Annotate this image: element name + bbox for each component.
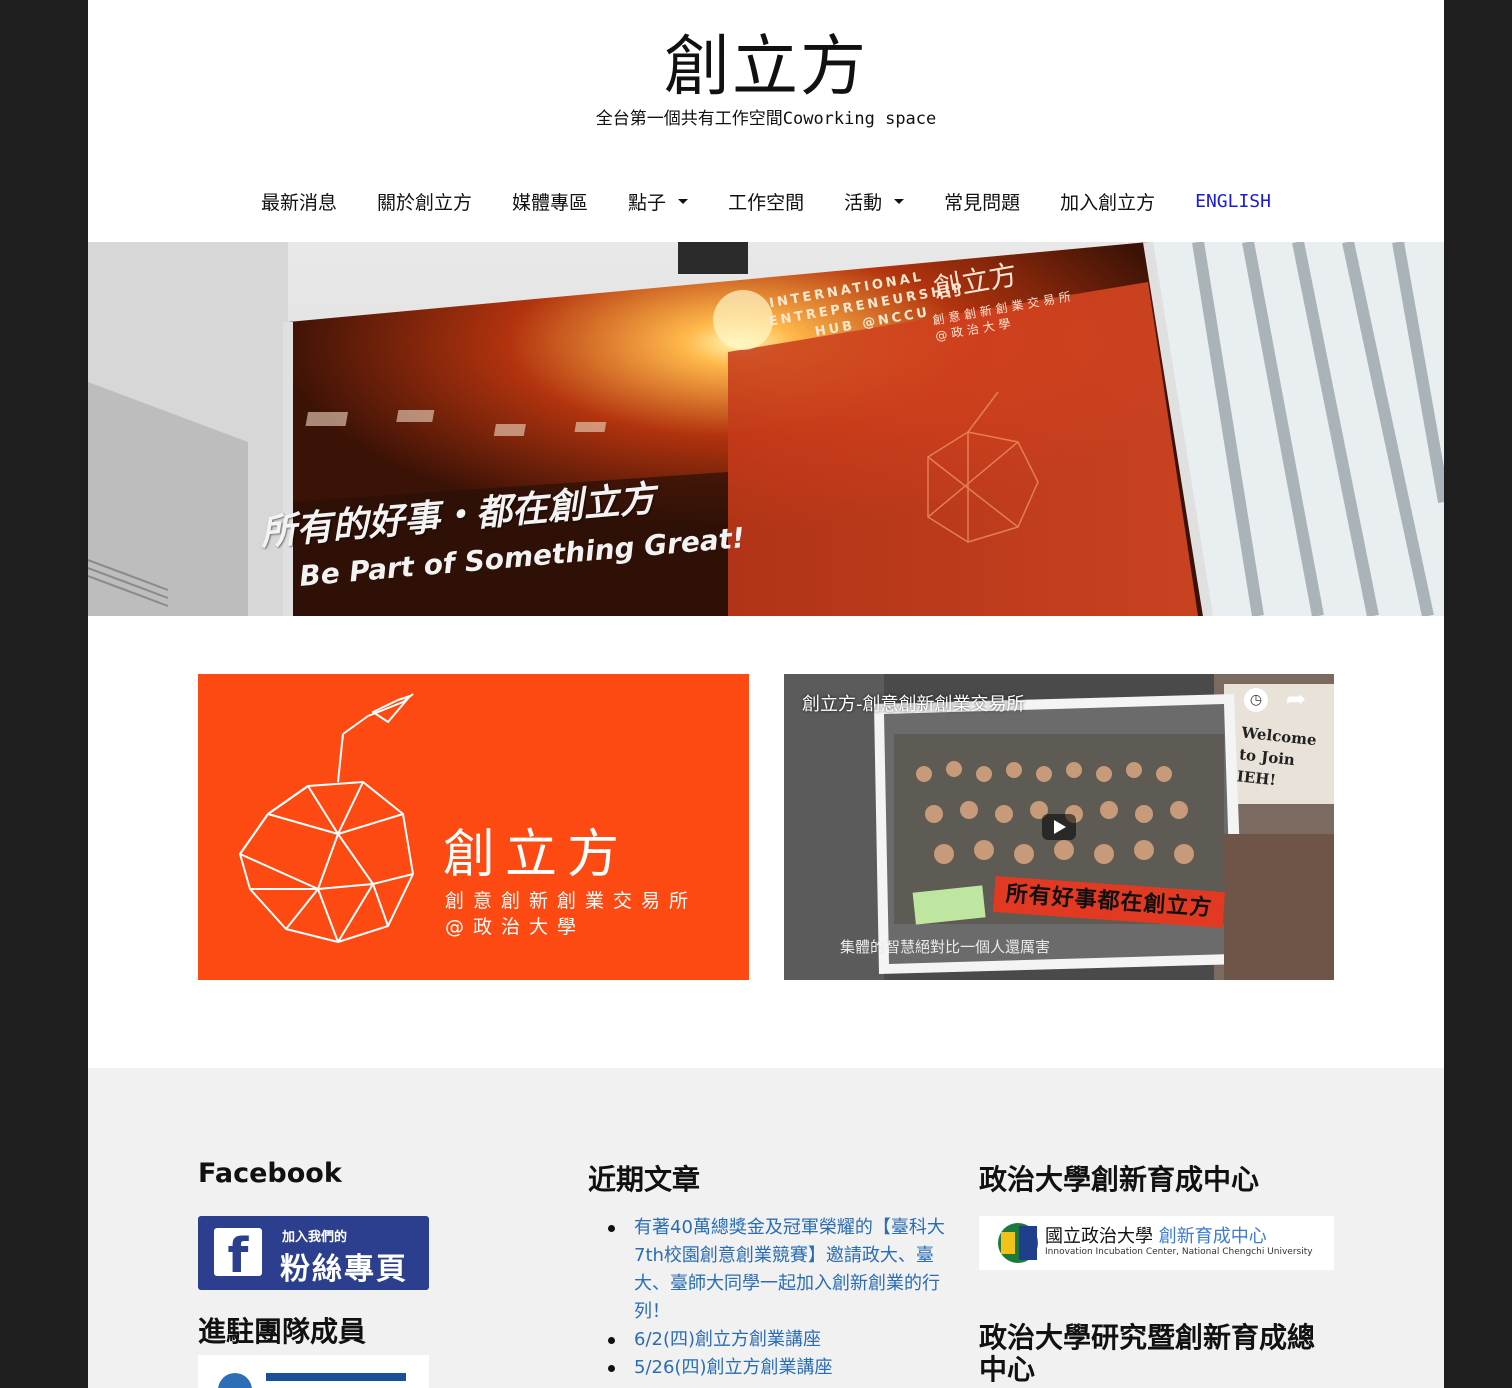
- nav-item-faq[interactable]: 常見問題: [924, 176, 1040, 226]
- widget-title-members: 進駐團隊成員: [198, 1315, 367, 1348]
- iic-name-blue: 創新育成中心: [1158, 1226, 1267, 1247]
- caret-down-icon: [678, 198, 689, 204]
- site-title[interactable]: 創立方: [88, 22, 1444, 112]
- widget-title-incubation: 政治大學創新育成中心: [979, 1163, 1260, 1196]
- share-icon[interactable]: ➦: [1286, 686, 1306, 712]
- nav-label: 媒體專區: [512, 191, 589, 214]
- facebook-fanpage-button[interactable]: f 加入我們的 粉絲專頁: [198, 1216, 429, 1290]
- video-caption: 集體的智慧絕對比一個人還厲害: [840, 938, 1051, 956]
- nav-item-workspace[interactable]: 工作空間: [708, 176, 824, 226]
- footer-widgets: Facebook f 加入我們的 粉絲專頁 進駐團隊成員 近期文章 有著40萬總…: [88, 1068, 1444, 1388]
- promo-brand-subtitle-2: @政治大學: [445, 916, 586, 938]
- nav-label: 最新消息: [261, 191, 338, 214]
- video-player[interactable]: 所有好事都在創立方 Welcome to Join IEH! 創立方-創意創新創…: [784, 674, 1334, 980]
- post-link[interactable]: 6/2(四)創立方創業講座: [634, 1329, 821, 1350]
- list-item: 5/26(四)創立方創業講座: [608, 1354, 946, 1382]
- member-logo-card[interactable]: [198, 1355, 429, 1388]
- list-item: 有著40萬總獎金及冠軍榮耀的【臺科大7th校園創意創業競賽】邀請政大、臺大、臺師…: [608, 1214, 946, 1326]
- iic-name-black: 國立政治大學: [1045, 1226, 1153, 1247]
- widget-title-recent-posts: 近期文章: [588, 1163, 701, 1196]
- widget-title-facebook: Facebook: [198, 1158, 342, 1189]
- video-welcome-text: Welcome to Join IEH!: [1236, 723, 1318, 790]
- nav-item-about[interactable]: 關於創立方: [357, 176, 492, 226]
- nav-label: 點子: [628, 191, 667, 214]
- iic-chinese-name: 國立政治大學 創新育成中心: [1045, 1222, 1267, 1248]
- nav-item-news[interactable]: 最新消息: [241, 176, 357, 226]
- video-title[interactable]: 創立方-創意創新創業交易所: [802, 690, 1025, 716]
- member-logo-icon: [218, 1373, 252, 1388]
- fb-badge-big-text: 粉絲專頁: [280, 1252, 408, 1287]
- play-button[interactable]: [1042, 814, 1076, 840]
- main-nav: 最新消息 關於創立方 媒體專區 點子 工作空間 活動 常見問題 加入創立方 EN…: [88, 176, 1444, 226]
- post-link[interactable]: 5/26(四)創立方創業講座: [634, 1357, 832, 1378]
- promo-brand-title: 創立方: [443, 825, 630, 885]
- nav-label: 常見問題: [944, 191, 1021, 214]
- nav-label: ENGLISH: [1195, 190, 1271, 212]
- nav-item-media[interactable]: 媒體專區: [492, 176, 608, 226]
- nav-label: 關於創立方: [377, 191, 473, 214]
- post-link[interactable]: 有著40萬總獎金及冠軍榮耀的【臺科大7th校園創意創業競賽】邀請政大、臺大、臺師…: [634, 1217, 945, 1322]
- nav-item-english[interactable]: ENGLISH: [1175, 176, 1291, 226]
- nav-label: 加入創立方: [1060, 191, 1156, 214]
- facebook-icon: f: [214, 1228, 262, 1284]
- fb-badge-small-text: 加入我們的: [282, 1230, 348, 1245]
- nav-item-join[interactable]: 加入創立方: [1040, 176, 1175, 226]
- widget-title-research: 政治大學研究暨創新育成總中心: [979, 1321, 1316, 1386]
- member-logo-text-shape: [266, 1373, 406, 1381]
- list-item: 6/2(四)創立方創業講座: [608, 1326, 946, 1354]
- nav-label: 活動: [844, 191, 883, 214]
- iic-english-name: Innovation Incubation Center, National C…: [1045, 1247, 1313, 1257]
- nav-item-events[interactable]: 活動: [824, 176, 924, 226]
- incubation-center-logo[interactable]: 國立政治大學 創新育成中心 Innovation Incubation Cent…: [979, 1216, 1334, 1270]
- page: 創立方 全台第一個共有工作空間Coworking space 最新消息 關於創立…: [88, 0, 1444, 1388]
- site-description: 全台第一個共有工作空間Coworking space: [595, 109, 937, 129]
- nav-label: 工作空間: [728, 191, 805, 214]
- nav-item-ideas[interactable]: 點子: [608, 176, 708, 226]
- promo-brand-subtitle: 創意創新創業交易所: [445, 890, 698, 912]
- caret-down-icon: [894, 198, 905, 204]
- iic-logo-icon: [998, 1223, 1038, 1263]
- recent-posts-list: 有著40萬總獎金及冠軍榮耀的【臺科大7th校園創意創業競賽】邀請政大、臺大、臺師…: [608, 1214, 946, 1382]
- brand-promo-card[interactable]: 創立方 創意創新創業交易所 @政治大學: [198, 674, 749, 980]
- hero-banner: INTERNATIONAL ENTREPRENEURSHIP HUB @NCCU…: [88, 242, 1444, 616]
- watch-later-icon[interactable]: ◷: [1244, 688, 1268, 712]
